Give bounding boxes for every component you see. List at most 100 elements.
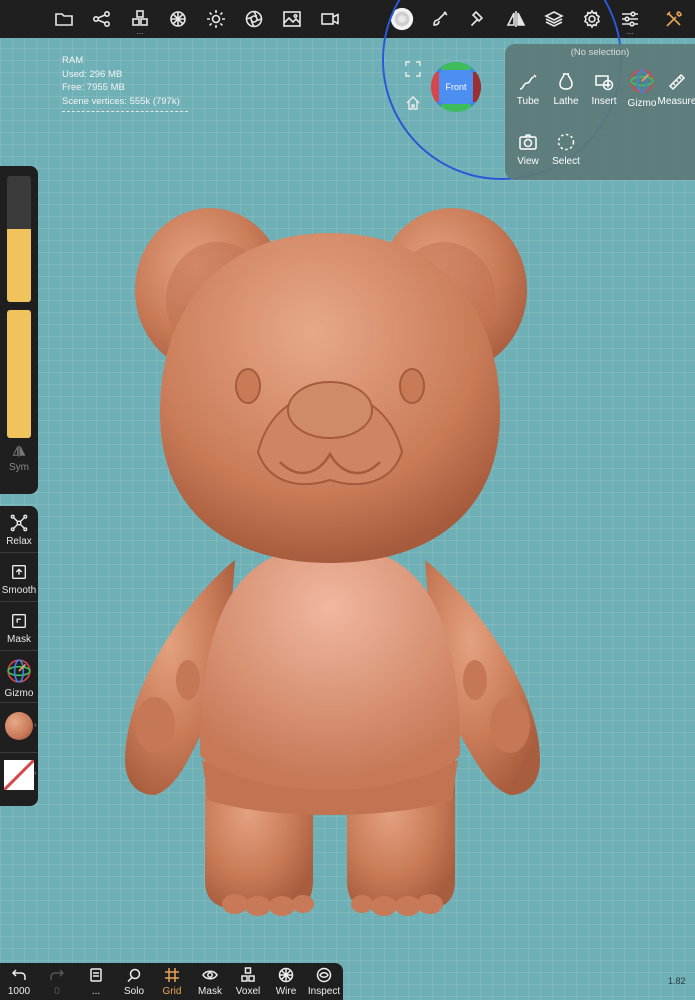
solo-button[interactable]: Solo [116, 967, 152, 997]
more-dots-icon: ... [626, 27, 634, 36]
tools-panel: (No selection) Tube Lathe Insert Gizmo M… [505, 44, 695, 180]
grid-button[interactable]: Grid [154, 967, 190, 997]
tool-gizmo-side-label: Gizmo [4, 688, 34, 699]
bottom-toolbar: 1000 0 ... Solo Grid Mask Voxel Wire Ins… [0, 963, 343, 1000]
tool-view-label: View [517, 156, 539, 167]
undo-icon [11, 969, 26, 980]
lathe-icon [559, 73, 573, 90]
tool-mask[interactable]: Mask [0, 612, 38, 645]
camera-aperture-icon[interactable] [240, 5, 268, 33]
ram-free: Free: 7955 MB [62, 82, 125, 93]
video-icon[interactable] [316, 5, 344, 33]
sliders-icon[interactable]: ... [616, 5, 644, 36]
primitives-icon[interactable]: ... [126, 5, 154, 36]
radius-slider[interactable] [7, 176, 31, 302]
sidebar-divider [0, 552, 38, 553]
redo-count: 0 [54, 986, 60, 997]
tool-view[interactable]: View [508, 132, 548, 167]
color-swatch-none[interactable] [4, 760, 34, 790]
chevron-right-icon: › [34, 722, 37, 729]
chevron-right-icon: › [34, 770, 37, 777]
sidebar-divider [0, 650, 38, 651]
background-image-icon[interactable] [278, 5, 306, 33]
radius-slider-fill [7, 228, 31, 302]
tube-icon [519, 74, 537, 90]
cube-front-face[interactable]: Front [439, 70, 473, 104]
tool-measure-label: Measure [657, 96, 695, 107]
tool-tube-label: Tube [516, 96, 540, 107]
symmetry-toggle[interactable]: Sym [0, 444, 38, 473]
ram-info: RAM Used: 296 MB Free: 7955 MB Scene ver… [62, 54, 188, 112]
scene-vertices: Scene vertices: 555k (797k) [62, 95, 180, 107]
redo-icon [50, 969, 65, 980]
wireframe-icon [278, 967, 294, 983]
gizmo-icon [7, 659, 31, 683]
voxel-button[interactable]: Voxel [230, 967, 266, 997]
home-icon[interactable] [405, 95, 421, 111]
folder-icon[interactable] [50, 5, 78, 33]
tool-relax[interactable]: Relax [0, 514, 38, 547]
undo-count: 1000 [7, 986, 31, 997]
tool-lathe[interactable]: Lathe [546, 72, 586, 107]
material-icon[interactable] [164, 5, 192, 33]
brush-settings-sidebar: Sym [0, 166, 38, 494]
camera-icon [519, 134, 537, 150]
history-button[interactable]: ... [78, 967, 114, 997]
light-icon[interactable] [202, 5, 230, 33]
scene-graph-icon[interactable] [88, 5, 116, 33]
tool-smooth-label: Smooth [1, 585, 37, 596]
ram-divider [62, 111, 188, 112]
tool-insert[interactable]: Insert [584, 72, 624, 107]
redo-button[interactable]: 0 [39, 967, 75, 997]
mask-icon [12, 614, 26, 628]
cube-left-face[interactable] [431, 72, 439, 102]
wire-button[interactable]: Wire [268, 967, 304, 997]
sidebar-divider [0, 752, 38, 753]
tool-insert-label: Insert [591, 96, 617, 107]
gizmo-icon [630, 69, 654, 93]
history-more: ... [91, 986, 101, 997]
tool-smooth[interactable]: Smooth [0, 563, 38, 596]
tool-relax-label: Relax [6, 536, 32, 547]
inspect-label: Inspect [307, 986, 341, 997]
sidebar-divider [0, 702, 38, 703]
grid-label: Grid [162, 986, 182, 997]
smooth-icon [12, 565, 26, 579]
wire-label: Wire [275, 986, 297, 997]
intensity-slider[interactable] [7, 310, 31, 438]
tool-gizmo-side[interactable]: Gizmo [0, 658, 38, 699]
bear-model[interactable] [110, 200, 550, 920]
ram-title: RAM [62, 55, 84, 66]
tool-lathe-label: Lathe [553, 96, 579, 107]
mask-label: Mask [198, 986, 222, 997]
solo-label: Solo [123, 986, 144, 997]
relax-icon [10, 514, 28, 532]
voxel-icon [241, 967, 255, 982]
material-swatch[interactable] [5, 712, 33, 740]
sidebar-divider [0, 601, 38, 602]
ruler-icon [668, 73, 686, 91]
view-cube[interactable]: Front [431, 62, 481, 112]
insert-icon [595, 75, 614, 91]
no-color-slash-icon [4, 760, 34, 790]
frame-icon[interactable] [405, 61, 421, 77]
tools-icon[interactable] [660, 5, 688, 33]
select-lasso-icon [557, 133, 575, 151]
history-icon [90, 968, 102, 982]
bear-body [200, 545, 460, 793]
cube-right-face[interactable] [473, 72, 481, 102]
undo-button[interactable]: 1000 [1, 967, 37, 997]
mask-visibility-button[interactable]: Mask [192, 967, 228, 997]
zoom-level: 1.82 [668, 976, 686, 986]
cube-top-face[interactable] [441, 62, 471, 70]
grid-icon [165, 968, 179, 982]
tool-tube[interactable]: Tube [508, 72, 548, 107]
intensity-slider-fill [7, 310, 31, 438]
tool-gizmo-label: Gizmo [627, 98, 657, 109]
tool-select[interactable]: Select [546, 132, 586, 167]
tool-measure[interactable]: Measure [656, 72, 695, 107]
tools-panel-title: (No selection) [570, 47, 630, 58]
tool-select-label: Select [552, 156, 580, 167]
cube-bottom-face[interactable] [441, 104, 471, 112]
inspect-button[interactable]: Inspect [306, 967, 342, 997]
